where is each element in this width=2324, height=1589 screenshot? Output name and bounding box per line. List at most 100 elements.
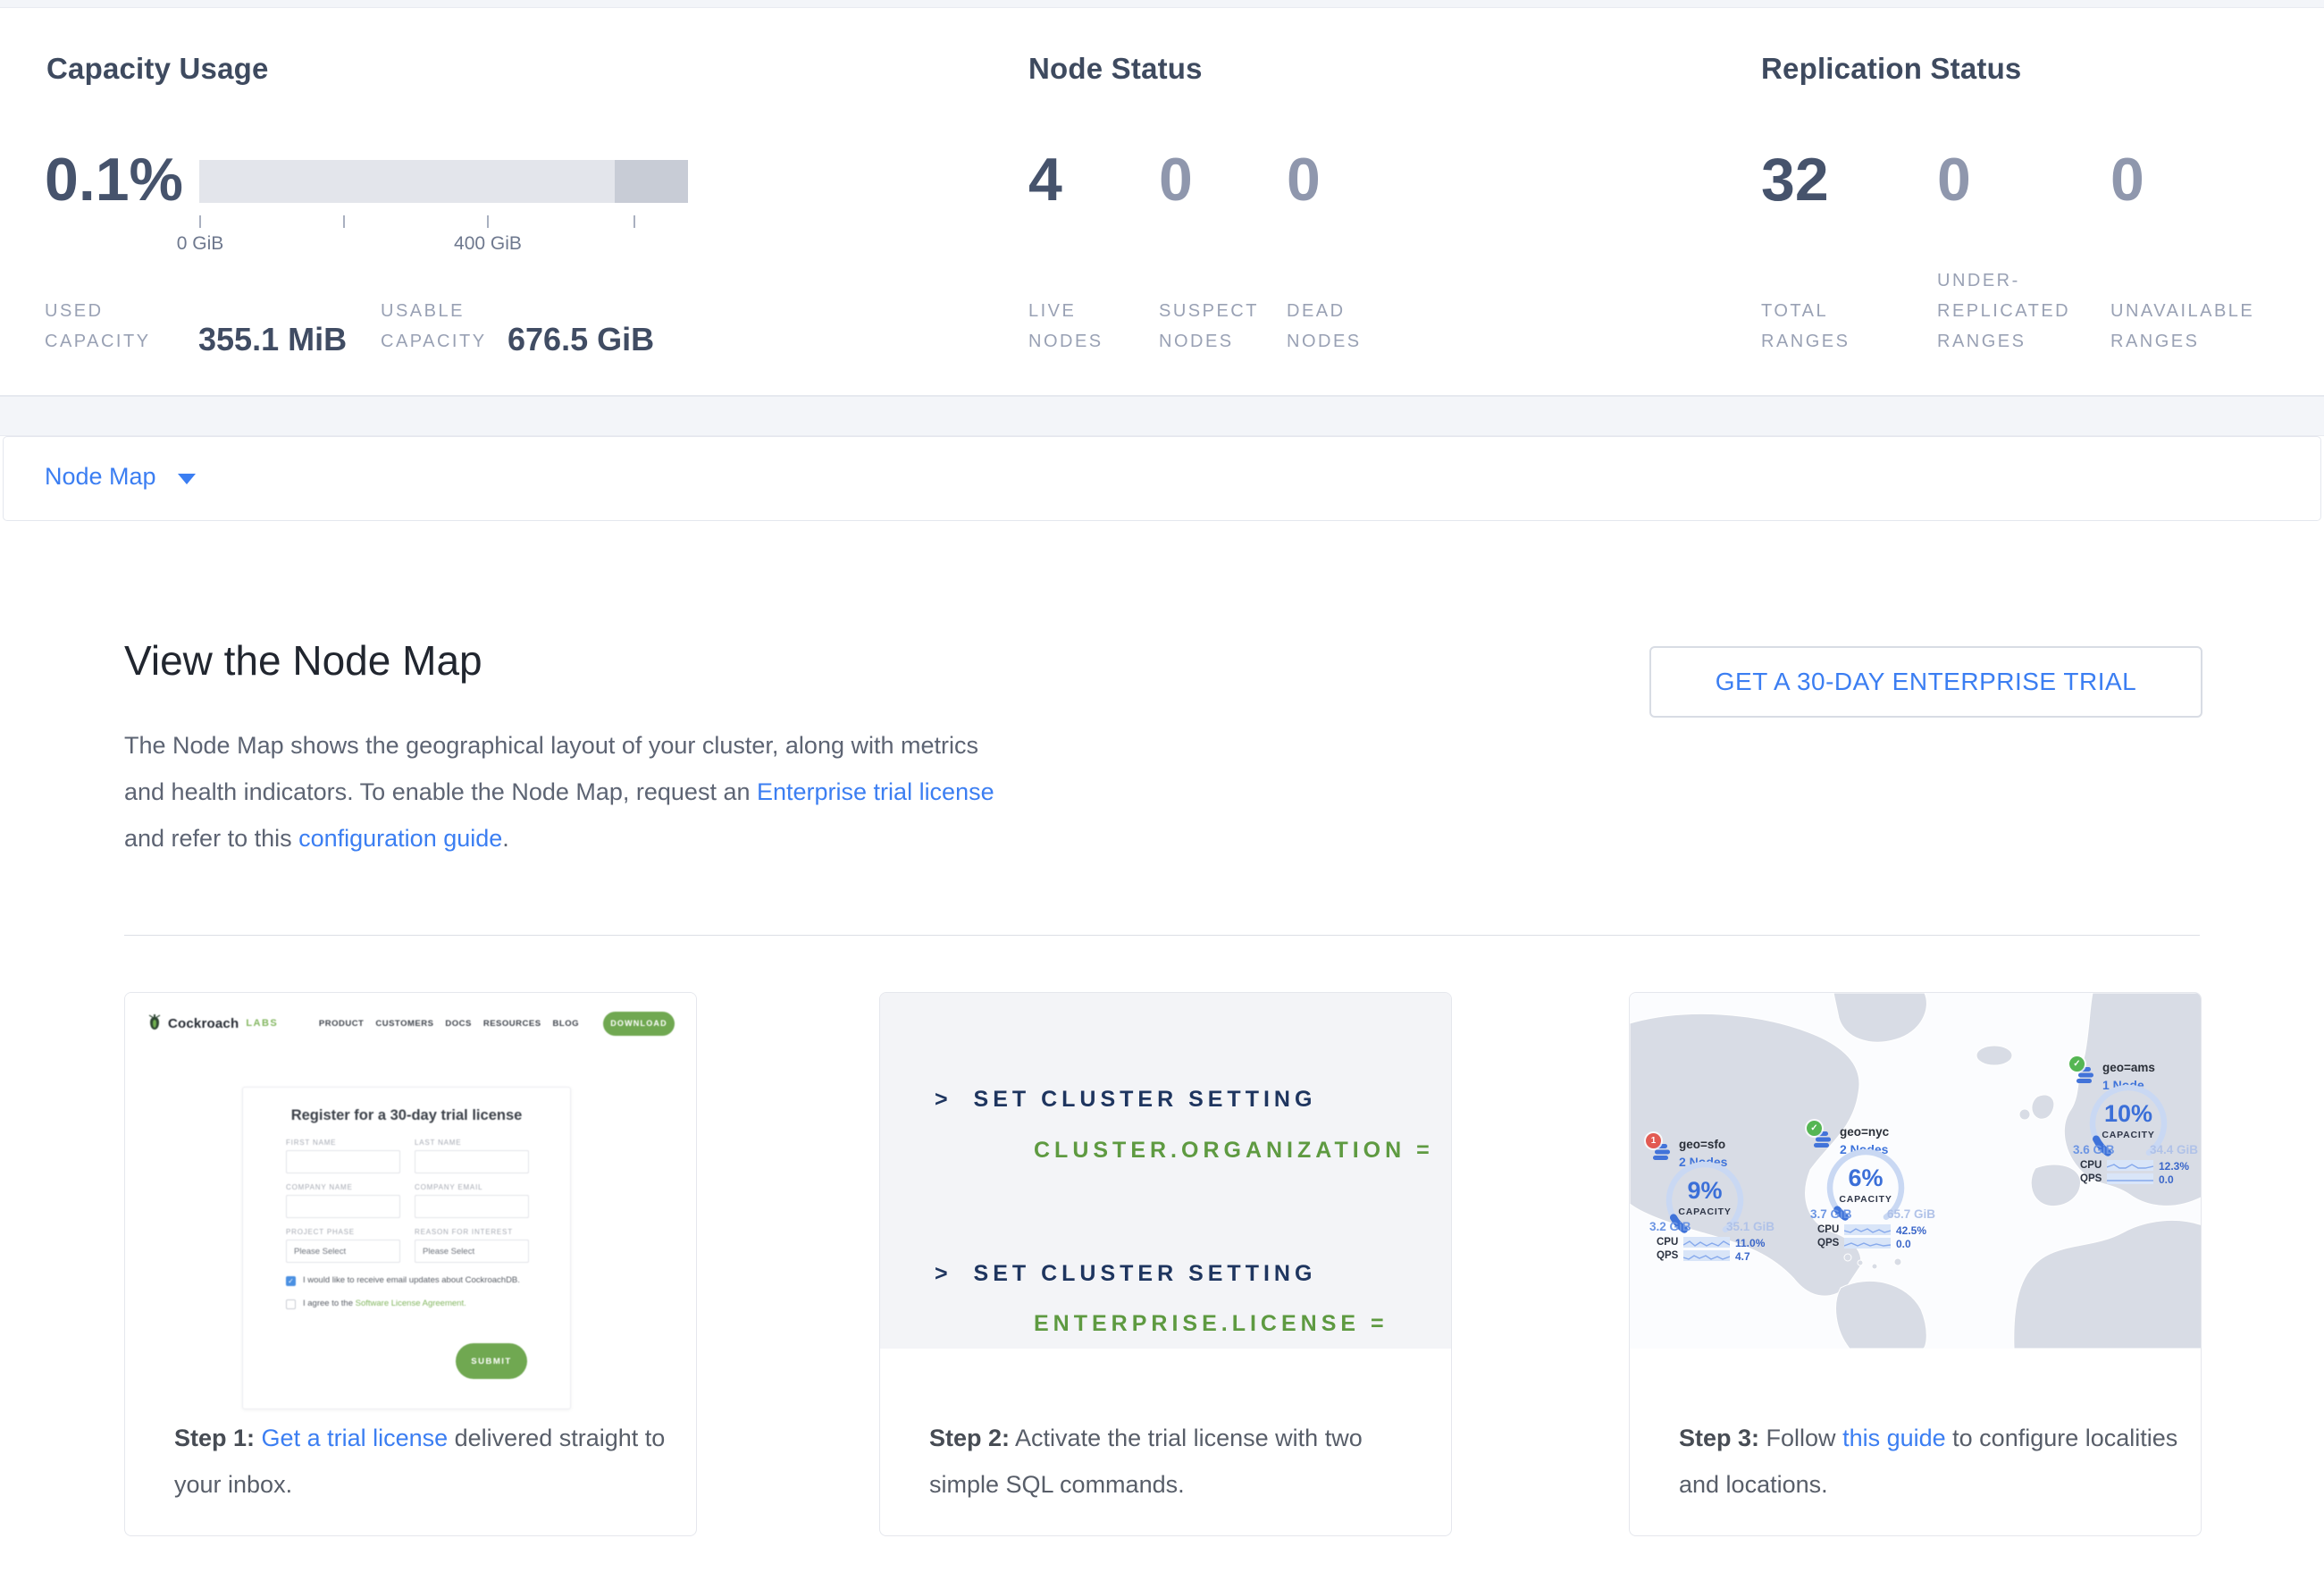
submit-button: SUBMIT: [456, 1343, 527, 1379]
description-text: and refer to this: [124, 825, 298, 852]
node-map-view-selector[interactable]: Node Map: [3, 436, 2321, 521]
usable-capacity-value: 676.5 GiB: [508, 321, 654, 358]
error-badge-icon: 1: [1646, 1133, 1661, 1148]
get-enterprise-trial-button[interactable]: GET A 30-DAY ENTERPRISE TRIAL: [1649, 646, 2202, 718]
form-field: COMPANY NAME: [286, 1183, 400, 1218]
node-map-preview: 1 geo=sfo 2 Nodes 9% CAPACITY 3.2 GiB 35…: [1630, 993, 2201, 1349]
unavailable-ranges-label: UNAVAILABLE RANGES: [2110, 296, 2276, 357]
this-guide-link[interactable]: this guide: [1842, 1425, 1946, 1451]
qps-sparkline: [1683, 1250, 1730, 1261]
chevron-down-icon[interactable]: [178, 474, 196, 484]
cpu-label: CPU: [1657, 1237, 1678, 1248]
node-map-description: The Node Map shows the geographical layo…: [124, 722, 1018, 862]
top-strip: [0, 0, 2324, 8]
capacity-percent: 10%: [2069, 1100, 2187, 1128]
qps-value: 0.0: [1896, 1238, 1911, 1250]
step3-caption: Step 3: Follow this guide to configure l…: [1679, 1415, 2179, 1508]
field-label: PROJECT PHASE: [286, 1228, 400, 1236]
axis-label-zero: 0 GiB: [129, 233, 272, 255]
healthy-check-icon: ✓: [2069, 1056, 2085, 1072]
registration-site-screenshot: Cockroach LABS PRODUCT CUSTOMERS DOCS RE…: [125, 993, 696, 1409]
qps-label: QPS: [1657, 1250, 1678, 1261]
logo-labs-text: LABS: [246, 1018, 278, 1029]
live-nodes-label: LIVE NODES: [1028, 296, 1145, 357]
cpu-sparkline: [1683, 1237, 1730, 1248]
sql-keyword: SET CLUSTER SETTING: [974, 1261, 1317, 1286]
step1-card: Cockroach LABS PRODUCT CUSTOMERS DOCS RE…: [124, 992, 697, 1536]
axis-tick: [633, 215, 635, 228]
form-field: LAST NAME: [415, 1139, 529, 1173]
dead-nodes-label: DEAD NODES: [1287, 296, 1403, 357]
capacity-total: 35.1 GiB: [1716, 1220, 1774, 1233]
get-trial-license-link[interactable]: Get a trial license: [262, 1425, 449, 1451]
field-label: LAST NAME: [415, 1139, 529, 1147]
site-nav: PRODUCT CUSTOMERS DOCS RESOURCES BLOG DO…: [319, 1012, 675, 1036]
cpu-value: 12.3%: [2159, 1160, 2189, 1173]
capacity-percent: 6%: [1807, 1164, 1925, 1192]
form-field: COMPANY EMAIL: [415, 1183, 529, 1218]
capacity-used-percent: 0.1%: [45, 149, 183, 210]
cluster-summary-bar: Capacity Usage 0.1% 0 GiB 400 GiB USED C…: [0, 8, 2324, 396]
qps-sparkline: [2107, 1173, 2153, 1184]
qps-label: QPS: [2080, 1173, 2102, 1184]
node-map-selector-label[interactable]: Node Map: [45, 463, 156, 491]
caption-text: Follow: [1759, 1425, 1842, 1451]
trial-license-form: Register for a 30-day trial license FIRS…: [242, 1087, 571, 1409]
total-ranges-label: TOTAL RANGES: [1761, 296, 1895, 357]
qps-value: 0.0: [2159, 1173, 2174, 1186]
first-name-input: [286, 1150, 400, 1173]
field-label: COMPANY NAME: [286, 1183, 400, 1191]
section-gap: [0, 396, 2324, 436]
capacity-label: CAPACITY: [1646, 1206, 1764, 1217]
under-replicated-ranges-label: UNDER-REPLICATED RANGES: [1937, 265, 2102, 357]
axis-tick: [487, 215, 489, 228]
locality-geo-sfo: 1 geo=sfo 2 Nodes 9% CAPACITY 3.2 GiB 35…: [1646, 1131, 1798, 1261]
suspect-nodes-label: SUSPECT NODES: [1159, 296, 1284, 357]
last-name-input: [415, 1150, 529, 1173]
total-ranges-count: 32: [1761, 149, 1829, 210]
form-title: Register for a 30-day trial license: [243, 1088, 570, 1124]
site-header: Cockroach LABS PRODUCT CUSTOMERS DOCS RE…: [147, 1004, 675, 1043]
cpu-label: CPU: [2080, 1160, 2102, 1171]
description-text: .: [502, 825, 509, 852]
nav-item-blog: BLOG: [553, 1019, 579, 1029]
form-field: REASON FOR INTERESTPlease Select: [415, 1228, 529, 1263]
capacity-percent: 9%: [1646, 1177, 1764, 1205]
capacity-total: 65.7 GiB: [1876, 1207, 1935, 1221]
sql-command-1: > SET CLUSTER SETTING: [935, 1087, 1316, 1113]
sql-commands-panel: > SET CLUSTER SETTING CLUSTER.ORGANIZATI…: [880, 993, 1451, 1349]
cpu-value: 42.5%: [1896, 1224, 1926, 1237]
step2-caption: Step 2: Activate the trial license with …: [929, 1415, 1430, 1508]
nav-item-product: PRODUCT: [319, 1019, 364, 1029]
capacity-usage-bar: [199, 160, 688, 203]
prompt-icon: >: [935, 1087, 952, 1112]
replication-status-title: Replication Status: [1761, 52, 2021, 86]
sql-setting-1: CLUSTER.ORGANIZATION =: [1034, 1138, 1434, 1164]
reason-for-interest-select: Please Select: [415, 1240, 529, 1263]
cpu-value: 11.0%: [1735, 1237, 1765, 1249]
agree-pre-text: I agree to the: [303, 1299, 356, 1308]
capacity-used: 3.7 GiB: [1810, 1207, 1852, 1221]
configuration-guide-link[interactable]: configuration guide: [298, 825, 502, 852]
step2-label: Step 2:: [929, 1425, 1010, 1451]
qps-sparkline: [1844, 1238, 1891, 1248]
live-nodes-count: 4: [1028, 149, 1062, 210]
qps-label: QPS: [1817, 1238, 1839, 1248]
locality-geo-ams: ✓ geo=ams 1 Node 10% CAPACITY 3.6 GiB 34…: [2069, 1055, 2202, 1184]
enterprise-trial-license-link[interactable]: Enterprise trial license: [757, 778, 994, 805]
checkbox-empty-icon: [286, 1299, 296, 1309]
locality-geo-nyc: ✓ geo=nyc 2 Nodes 6% CAPACITY 3.7 GiB 65…: [1807, 1119, 1959, 1248]
company-name-input: [286, 1195, 400, 1218]
locality-name: geo=sfo: [1679, 1138, 1725, 1151]
download-button: DOWNLOAD: [603, 1012, 675, 1036]
prompt-icon: >: [935, 1261, 952, 1286]
nav-item-resources: RESOURCES: [483, 1019, 541, 1029]
axis-tick: [343, 215, 345, 228]
checkbox-checked-icon: ✓: [286, 1276, 296, 1286]
used-capacity-value: 355.1 MiB: [198, 321, 347, 358]
software-license-link: Software License Agreement.: [356, 1299, 466, 1308]
step1-caption: Step 1: Get a trial license delivered st…: [174, 1415, 675, 1508]
capacity-total: 34.4 GiB: [2139, 1143, 2198, 1156]
page-title: View the Node Map: [124, 636, 482, 685]
under-replicated-ranges-count: 0: [1937, 149, 1971, 210]
